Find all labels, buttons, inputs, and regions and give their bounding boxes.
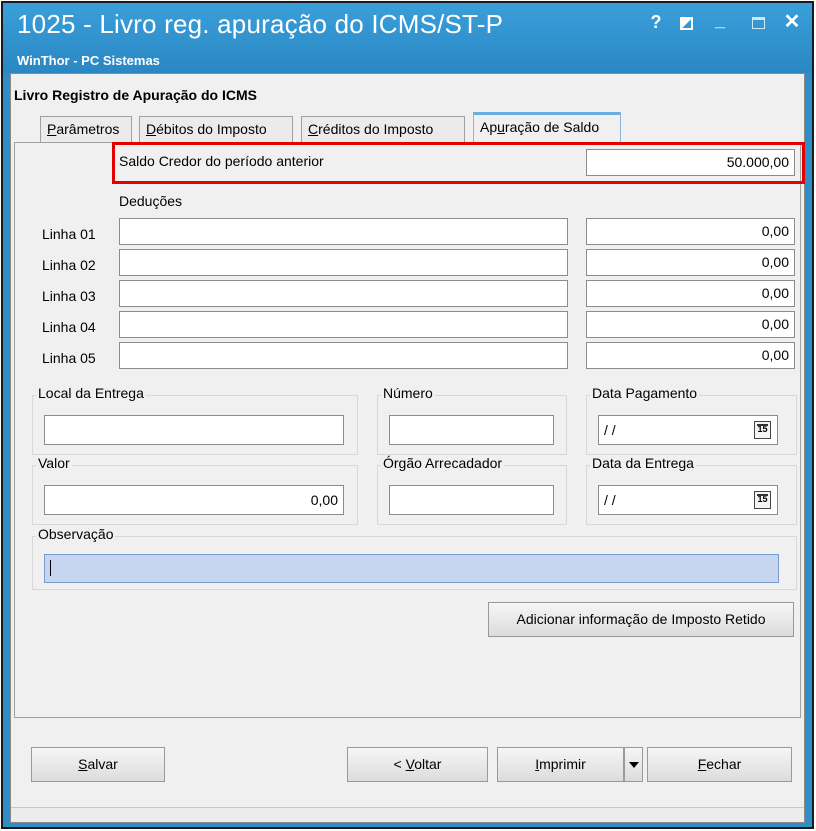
tab-apuracao-saldo[interactable]: Apuração de Saldo: [473, 112, 621, 143]
data-pagamento-input[interactable]: / /: [598, 415, 778, 445]
highlight-box: [112, 142, 805, 184]
observacao-label: Observação: [36, 526, 116, 542]
deducao-text-input[interactable]: [119, 311, 568, 338]
deducao-value-input[interactable]: 0,00: [586, 280, 795, 307]
window-subtitle: WinThor - PC Sistemas: [17, 53, 160, 68]
numero-label: Número: [381, 385, 435, 401]
tab-parametros[interactable]: Parâmetros: [40, 116, 132, 142]
orgao-input[interactable]: [389, 485, 554, 515]
local-entrega-input[interactable]: [44, 415, 344, 445]
observacao-input[interactable]: [44, 554, 779, 583]
linha-label: Linha 02: [42, 257, 96, 273]
app-window: 1025 - Livro reg. apuração do ICMS/ST-P …: [1, 1, 814, 829]
form-title: Livro Registro de Apuração do ICMS: [14, 87, 257, 103]
data-pagamento-label: Data Pagamento: [590, 385, 700, 401]
linha-label: Linha 03: [42, 288, 96, 304]
theme-button[interactable]: [675, 11, 697, 33]
calendar-icon[interactable]: 15: [754, 491, 771, 509]
linha-label: Linha 04: [42, 319, 96, 335]
help-button[interactable]: ?: [645, 11, 667, 33]
contrast-icon: [679, 16, 693, 30]
orgao-group: Órgão Arrecadador: [377, 455, 567, 525]
text-cursor: [50, 560, 51, 577]
tab-debitos[interactable]: Débitos do Imposto: [139, 116, 293, 142]
data-entrega-label: Data da Entrega: [590, 455, 696, 471]
imprimir-button[interactable]: Imprimir: [497, 747, 624, 782]
maximize-icon: [751, 17, 765, 30]
linha-label: Linha 05: [42, 350, 96, 366]
title-bar[interactable]: 1025 - Livro reg. apuração do ICMS/ST-P …: [3, 3, 812, 73]
salvar-button[interactable]: Salvar: [31, 747, 165, 782]
deducao-text-input[interactable]: [119, 342, 568, 369]
tab-creditos[interactable]: Créditos do Imposto: [301, 116, 465, 142]
tab-panel: Saldo Credor do período anterior 50.000,…: [14, 142, 801, 718]
imprimir-dropdown-button[interactable]: [624, 747, 643, 782]
deducao-value-input[interactable]: 0,00: [586, 249, 795, 276]
valor-label: Valor: [36, 455, 72, 471]
deducao-value-input[interactable]: 0,00: [586, 342, 795, 369]
minimize-button[interactable]: _: [709, 9, 731, 31]
orgao-label: Órgão Arrecadador: [381, 455, 505, 471]
data-entrega-group: Data da Entrega / / 15: [586, 455, 797, 525]
client-area: Livro Registro de Apuração do ICMS Parâm…: [10, 73, 805, 823]
fechar-button[interactable]: Fechar: [647, 747, 792, 782]
deducao-value-input[interactable]: 0,00: [586, 218, 795, 245]
observacao-group: Observação: [32, 526, 797, 590]
data-entrega-input[interactable]: / /: [598, 485, 778, 515]
deducao-text-input[interactable]: [119, 249, 568, 276]
valor-group: Valor 0,00: [32, 455, 358, 525]
status-bar: [11, 807, 804, 822]
chevron-down-icon: [628, 762, 639, 769]
valor-input[interactable]: 0,00: [44, 485, 344, 515]
local-entrega-label: Local da Entrega: [36, 385, 146, 401]
linha-label: Linha 01: [42, 226, 96, 242]
maximize-button[interactable]: [747, 11, 769, 33]
adicionar-imposto-retido-button[interactable]: Adicionar informação de Imposto Retido: [488, 602, 794, 637]
deducoes-header: Deduções: [119, 193, 183, 209]
local-entrega-group: Local da Entrega: [32, 385, 358, 455]
voltar-button[interactable]: < Voltar: [347, 747, 488, 782]
calendar-icon[interactable]: 15: [754, 421, 771, 439]
data-pagamento-group: Data Pagamento / / 15: [586, 385, 797, 455]
numero-input[interactable]: [389, 415, 554, 445]
deducao-text-input[interactable]: [119, 218, 568, 245]
deducao-text-input[interactable]: [119, 280, 568, 307]
close-button[interactable]: ✕: [781, 11, 803, 33]
deducao-value-input[interactable]: 0,00: [586, 311, 795, 338]
numero-group: Número: [377, 385, 567, 455]
window-title: 1025 - Livro reg. apuração do ICMS/ST-P: [17, 9, 504, 39]
